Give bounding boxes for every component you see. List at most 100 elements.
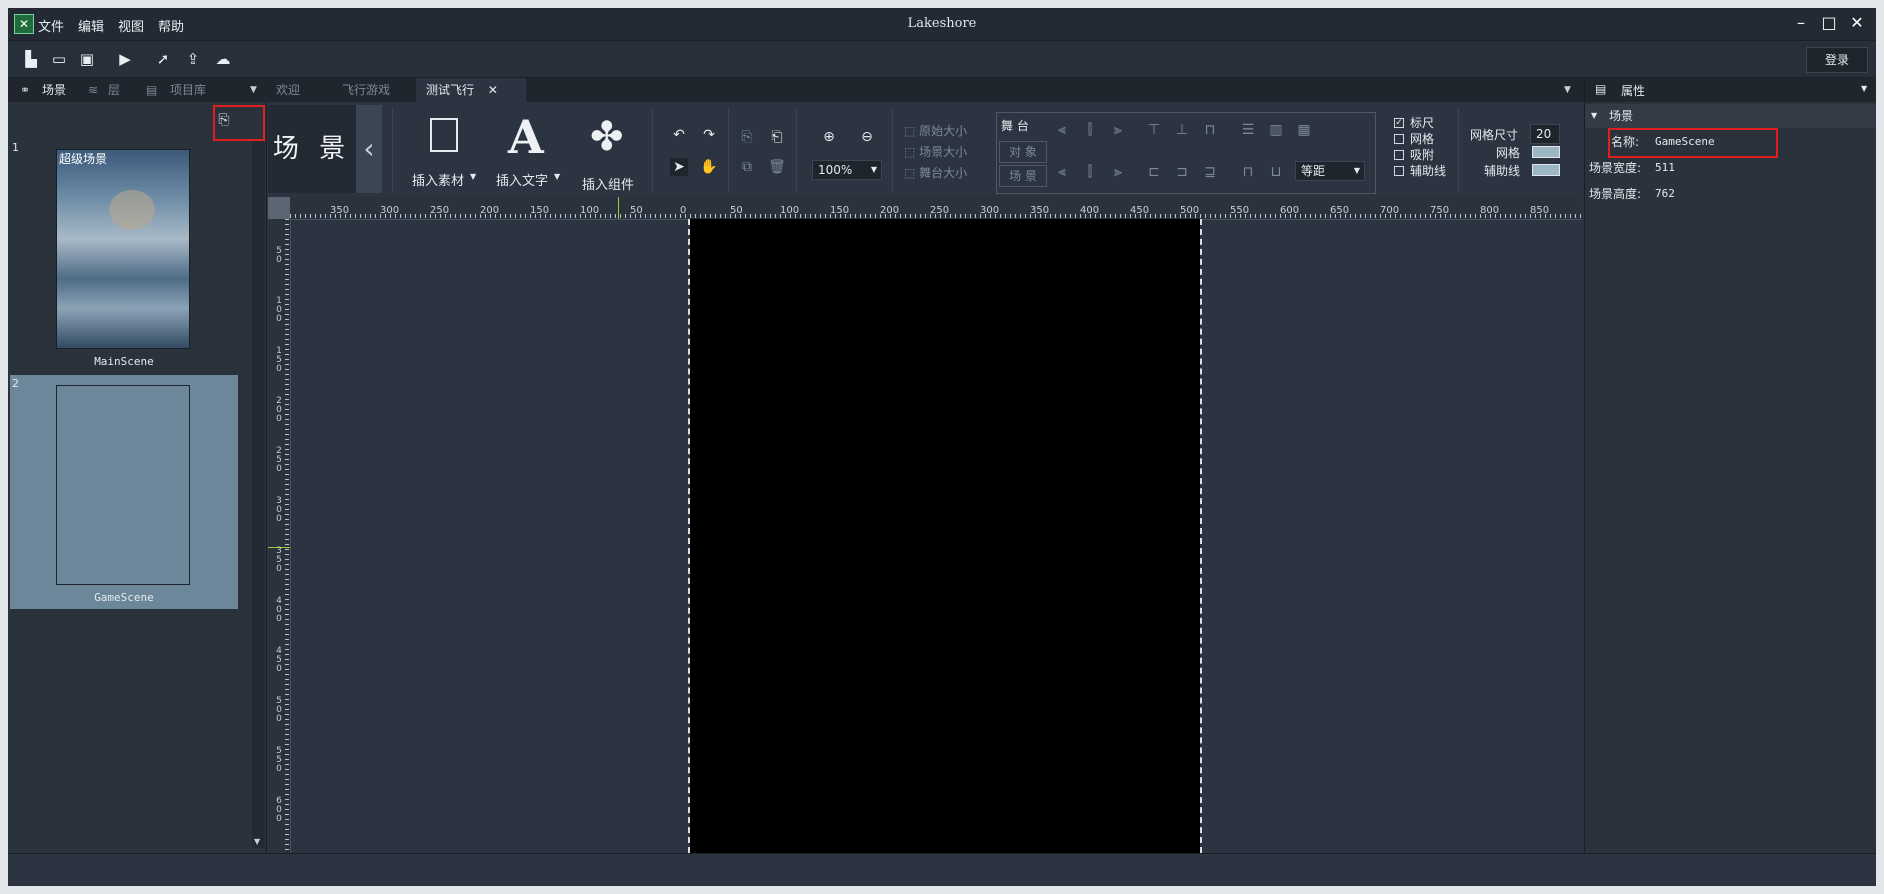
insert-text-button[interactable]: A 插入文字 ▼ [496, 108, 560, 192]
align-center-h-icon[interactable]: ⫿ [1081, 121, 1099, 139]
separator [1458, 108, 1459, 192]
scroll-down-icon[interactable]: ▼ [254, 837, 260, 846]
export-icon[interactable]: ⇪ [184, 50, 202, 68]
property-row-width: 场景宽度: 511 [1585, 156, 1877, 180]
guide-color-swatch[interactable] [1532, 164, 1560, 176]
collapse-group-icon[interactable]: ▼ [1591, 104, 1597, 128]
doc-tabs-dropdown-icon[interactable]: ▼ [1564, 78, 1571, 102]
align-bottom-icon[interactable]: ⊓ [1201, 121, 1219, 139]
login-button[interactable]: 登录 [1806, 47, 1868, 73]
distribute-h-icon[interactable]: ☰ [1239, 121, 1257, 139]
duplicate-icon[interactable]: ⧉ [738, 158, 756, 176]
align-middle-icon[interactable]: ⊥ [1173, 121, 1191, 139]
minimize-icon[interactable]: – [1788, 12, 1814, 34]
tab-library[interactable]: 项目库 [170, 78, 206, 102]
align-group: 舞 台 对 象 场 景 ⫷ ⫿ ⫸ ⊤ ⊥ ⊓ ☰ ▥ ▦ ⫷ ⫿ ⫸ ⊏ ⊐ … [996, 112, 1376, 194]
scene-size-icon: ⬚ [904, 145, 920, 159]
grid-color-label: 网格 [1496, 146, 1521, 160]
window-title: Lakeshore [907, 16, 977, 31]
scene-name: GameScene [94, 591, 154, 604]
new-project-icon[interactable]: ▙ [22, 50, 40, 68]
maximize-icon[interactable]: □ [1816, 12, 1842, 34]
same-size-icon[interactable]: ▦ [1295, 121, 1313, 139]
undo-icon[interactable]: ↶ [670, 126, 688, 144]
ruler-label: 350 [1030, 205, 1050, 216]
left-tabs-dropdown-icon[interactable]: ▼ [250, 78, 257, 102]
title-bar: ✕ 文件 编辑 视图 帮助 Lakeshore – □ ✕ [8, 8, 1876, 41]
width-value[interactable]: 511 [1655, 156, 1675, 180]
hand-icon[interactable]: ✋ [700, 158, 718, 176]
guide-checkbox[interactable] [1394, 166, 1404, 176]
scene-scrollbar[interactable]: ▼ [252, 140, 265, 848]
grid-checkbox[interactable] [1394, 134, 1404, 144]
ruler-label: 800 [1480, 205, 1500, 216]
align-top-icon[interactable]: ⊤ [1145, 121, 1163, 139]
scene-thumbnail-title: 超级场景 [59, 152, 108, 166]
align-mode-stage[interactable]: 舞 台 [1001, 117, 1029, 134]
align-left-icon[interactable]: ⫷ [1053, 121, 1071, 139]
open-folder-icon[interactable]: ▭ [50, 50, 68, 68]
space-center-icon[interactable]: ⊐ [1173, 163, 1191, 181]
grid-label: 网格 [1410, 132, 1435, 146]
space-left-icon[interactable]: ⊏ [1145, 163, 1163, 181]
paste-icon[interactable]: ⎗ [768, 128, 786, 146]
align-right-icon[interactable]: ⫸ [1109, 121, 1127, 139]
redo-icon[interactable]: ↷ [700, 126, 718, 144]
save-icon[interactable]: ▣ [78, 50, 96, 68]
separator [728, 108, 729, 192]
property-group-header[interactable]: ▼ 场景 [1585, 104, 1877, 128]
zoom-out-icon[interactable]: ⊖ [858, 128, 876, 146]
stretch-left-icon[interactable]: ⫷ [1053, 163, 1071, 181]
ruler-label: 550 [276, 746, 282, 774]
stretch-center-icon[interactable]: ⫿ [1081, 163, 1099, 181]
ruler-label: 300 [980, 205, 1000, 216]
original-size-button[interactable]: ⬚ 原始大小 [904, 122, 967, 139]
zoom-in-icon[interactable]: ⊕ [820, 128, 838, 146]
play-icon[interactable]: ▶ [116, 50, 134, 68]
scene-item-selected[interactable]: 2 GameScene [10, 375, 238, 609]
tab-flight-game[interactable]: 飞行游戏 [332, 78, 400, 102]
insert-component-button[interactable]: ✤ 插入组件 [578, 108, 638, 193]
insert-component-label: 插入组件 [582, 178, 635, 193]
spacing-select[interactable]: 等距 ▼ [1295, 161, 1365, 181]
align-mode-scene[interactable]: 场 景 [999, 165, 1047, 187]
ruler-checkbox[interactable]: ✓ [1394, 118, 1404, 128]
properties-tab[interactable]: ▤ 属性 ▼ [1585, 78, 1877, 102]
space-right-icon[interactable]: ⊒ [1201, 163, 1219, 181]
copy-icon[interactable]: ⎘ [738, 128, 756, 146]
scene-panel: ⎘ 1 超级场景 MainScene 2 GameScene ▼ [8, 102, 267, 853]
delete-icon[interactable]: 🗑 [768, 158, 786, 176]
distribute-v-icon[interactable]: ▥ [1267, 121, 1285, 139]
collapse-ribbon-icon[interactable]: ‹ [356, 105, 382, 193]
ruler-label: 450 [1130, 205, 1150, 216]
tab-test-flight[interactable]: 测试飞行 ✕ [416, 78, 526, 102]
close-icon[interactable]: ✕ [1844, 12, 1870, 34]
grid-size-label: 网格尺寸 [1470, 128, 1519, 142]
tab-welcome[interactable]: 欢迎 [266, 78, 310, 102]
cloud-upload-icon[interactable]: ☁ [214, 50, 232, 68]
ruler-label: 400 [276, 596, 282, 624]
chevron-down-icon: ▼ [1353, 166, 1360, 175]
close-tab-icon[interactable]: ✕ [488, 83, 498, 97]
space-v-icon[interactable]: ⊓ [1239, 163, 1257, 181]
space-h-icon[interactable]: ⊔ [1267, 163, 1285, 181]
ruler-corner [268, 197, 290, 219]
scene-item[interactable]: 1 超级场景 MainScene [10, 139, 238, 375]
snap-checkbox[interactable] [1394, 150, 1404, 160]
align-mode-object[interactable]: 对 象 [999, 141, 1047, 163]
grid-color-swatch[interactable] [1532, 146, 1560, 158]
grid-size-input[interactable]: 20 [1530, 124, 1560, 144]
stage-canvas[interactable] [690, 219, 1200, 853]
stage-size-button[interactable]: ⬚ 舞台大小 [904, 164, 967, 181]
height-value[interactable]: 762 [1655, 182, 1675, 206]
ruler-label: 200 [880, 205, 900, 216]
stretch-right-icon[interactable]: ⫸ [1109, 163, 1127, 181]
pointer-icon[interactable]: ➤ [670, 158, 688, 176]
zoom-select[interactable]: 100% ▼ [812, 160, 882, 180]
tab-scenes[interactable]: 场景 [42, 78, 66, 102]
insert-asset-button[interactable]: 插入素材 ▼ [408, 108, 480, 192]
chevron-down-icon[interactable]: ▼ [1861, 84, 1867, 93]
scene-size-button[interactable]: ⬚ 场景大小 [904, 143, 967, 160]
tab-layers[interactable]: 层 [108, 78, 120, 102]
rocket-icon[interactable]: ➚ [154, 50, 172, 68]
